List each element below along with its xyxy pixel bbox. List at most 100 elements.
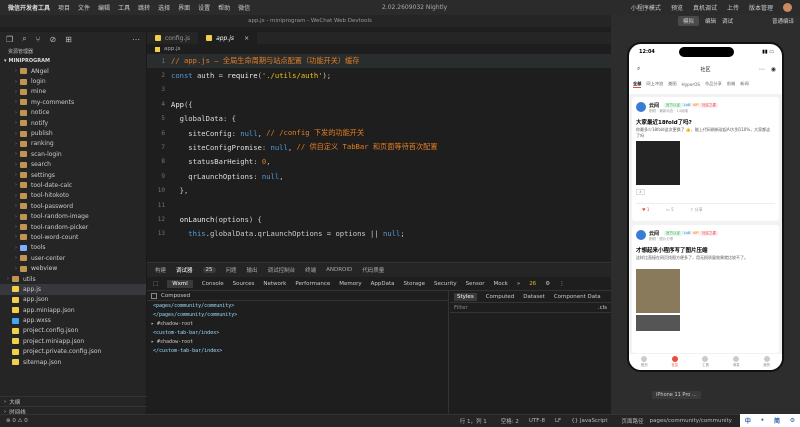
gear-icon[interactable]: ⚙ [545,281,550,287]
ime-button[interactable]: • [761,417,765,424]
devtools-tab[interactable]: Memory [339,281,361,287]
tree-item[interactable]: › notify [0,118,146,128]
styles-filter[interactable]: Filter .cls [450,303,611,313]
like-button[interactable]: ♥ 1 [642,207,649,212]
devtools-tab[interactable]: Security [434,281,457,287]
wxml-node[interactable]: <custom-tab-bar/index> [147,328,448,337]
tabbar-item[interactable]: 我的 [763,356,770,368]
source-control-icon[interactable]: ⑂ [36,35,41,44]
tree-item[interactable]: › utils [0,274,146,284]
tree-item[interactable]: › tool-password [0,201,146,211]
code-line[interactable]: 12 onLaunch(options) { [147,212,611,226]
tree-item[interactable]: › tool-word-count [0,232,146,242]
wxml-node[interactable]: </custom-tab-bar/index> [147,346,448,355]
post-title[interactable]: 大家最近18fold了吗? [636,118,692,126]
devtools-tab[interactable]: Sources [233,281,255,287]
post-image[interactable] [636,269,680,313]
tree-item[interactable]: › ranking [0,139,146,149]
code-line[interactable]: 9 qrLaunchOptions: null, [147,169,611,183]
line-ending[interactable]: LF [555,418,561,424]
ime-button[interactable]: 中 [745,416,751,425]
menu-item-file[interactable]: 文件 [78,3,90,12]
menu-item-select[interactable]: 选择 [158,3,170,12]
tree-item[interactable]: › my-comments [0,97,146,107]
outline-section[interactable]: › 大纲 [0,396,147,406]
tree-item[interactable]: sitemap.json [0,357,146,367]
upload-button[interactable]: 上传 [727,3,739,12]
tree-item[interactable]: › publish [0,128,146,138]
post-image[interactable] [636,141,680,185]
share-button[interactable]: ⇪ 分享 [690,207,703,213]
tabbar-item[interactable]: 消息 [733,356,740,368]
tree-item[interactable]: app.json [0,295,146,305]
tree-item[interactable]: app.wxss [0,315,146,325]
menu-item-goto[interactable]: 跳转 [138,3,150,12]
code-line[interactable]: 5 globalData: { [147,112,611,126]
tree-item[interactable]: › tool-date-calc [0,180,146,190]
debug-icon[interactable]: ⊘ [49,35,56,44]
tree-item[interactable]: › login [0,76,146,86]
tree-item[interactable]: app.miniapp.json [0,305,146,315]
panel-tab[interactable]: 调试器 [176,266,193,274]
composed-toggle[interactable]: Composed [147,291,448,301]
styles-tab[interactable]: Computed [486,294,515,300]
code-line[interactable]: 10 }, [147,184,611,198]
menu-item-view[interactable]: 界面 [178,3,190,12]
extensions-icon[interactable]: ⊞ [65,35,72,44]
tree-item[interactable]: › tool-random-picker [0,222,146,232]
code-line[interactable]: 11 [147,198,611,212]
tree-item[interactable]: › search [0,160,146,170]
language-mode[interactable]: {} JavaScript [571,418,607,424]
filter-input[interactable]: Filter [454,305,468,311]
panel-tab[interactable]: 问题 [226,266,237,274]
tree-item[interactable]: › notice [0,108,146,118]
styles-tab[interactable]: Dataset [523,294,545,300]
cls-toggle[interactable]: .cls [598,305,607,311]
panel-tab[interactable]: 代码质量 [362,266,384,274]
avatar[interactable] [636,102,646,112]
code-line[interactable]: 13 this .globalData.qrLaunchOptions = opt… [147,227,611,241]
devtools-tab[interactable]: Sensor [466,281,485,287]
feed-tab[interactable]: 网上冲浪 [646,81,663,87]
code-line[interactable]: 2 const auth = require('./utils/auth'); [147,68,611,82]
indent-setting[interactable]: 空格: 2 [501,417,519,425]
tab-app-js[interactable]: app.js × [198,32,258,44]
tree-item[interactable]: › tool-hitokoto [0,191,146,201]
code-line[interactable]: 7 siteConfigPromise: null, // 供自定义 TabBa… [147,140,611,154]
feed-tab[interactable]: HyperOS [682,82,701,87]
feed-tab[interactable]: 作品分享 [705,81,722,87]
devtools-tab[interactable]: AppData [371,281,395,287]
editor-button[interactable]: 编辑 [705,17,716,25]
wxml-node[interactable]: <pages/community/community> [147,301,448,310]
ime-button[interactable]: ⚙ [790,417,795,424]
tree-item[interactable]: project.config.json [0,326,146,336]
menu-item-tools[interactable]: 工具 [118,3,130,12]
code-line[interactable]: 8 statusBarHeight: 0, [147,155,611,169]
panel-tab[interactable]: 构建 [155,266,166,274]
tree-item[interactable]: › webview [0,263,146,273]
tree-item[interactable]: › scan-login [0,149,146,159]
avatar[interactable] [783,3,792,12]
devtools-tab[interactable]: Console [202,281,224,287]
close-icon[interactable]: ◉ [771,66,776,73]
devtools-tab[interactable]: Storage [404,281,426,287]
menu-item-edit[interactable]: 编辑 [98,3,110,12]
feed-tab[interactable]: 美图 [668,81,676,87]
avatar[interactable] [636,230,646,240]
tree-item[interactable]: › tool-random-image [0,211,146,221]
project-root[interactable]: ▾ MINIPROGRAM [0,56,146,66]
styles-tab[interactable]: Component Data [554,294,601,300]
tabbar-item[interactable]: 首页 [641,356,648,368]
tree-item[interactable]: › ANgel [0,66,146,76]
devtools-tab[interactable]: Performance [295,281,330,287]
app-name[interactable]: 微信开发者工具 [8,3,50,12]
tree-item[interactable]: › mine [0,87,146,97]
composed-checkbox[interactable] [151,292,157,299]
code-line[interactable]: 6 siteConfig: null, // /config 下发的功能开关 [147,126,611,140]
panel-tab[interactable]: 输出 [247,266,258,274]
encoding[interactable]: UTF-8 [529,418,545,424]
menu-item-project[interactable]: 项目 [58,3,70,12]
breadcrumb-file[interactable]: app.js [164,46,181,52]
tree-item[interactable]: › user-center [0,253,146,263]
tree-item[interactable]: app.js [0,284,146,295]
